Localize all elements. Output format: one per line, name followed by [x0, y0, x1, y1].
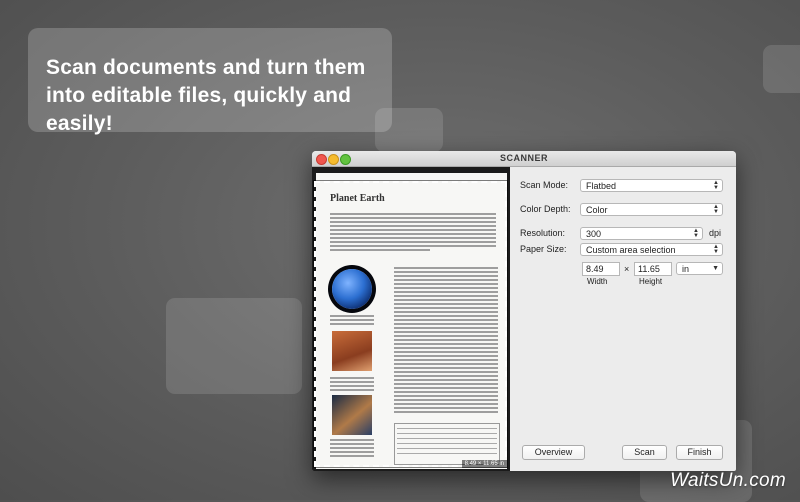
scan-mode-value: Flatbed [586, 181, 617, 191]
scan-button[interactable]: Scan [622, 445, 667, 460]
window-title: SCANNER [499, 153, 548, 163]
paper-size-label: Paper Size: [520, 244, 567, 254]
watermark-text: WaitsUn.com [670, 470, 786, 491]
scan-preview[interactable]: Planet Earth 8.49 × 11.65 in [312, 167, 510, 471]
height-caption: Height [639, 277, 663, 286]
updown-arrows-icon: ▲ ▼ [713, 244, 719, 255]
resolution-value: 300 [586, 229, 602, 239]
headline-banner: Scan documents and turn them into editab… [28, 28, 392, 135]
paper-size-select[interactable]: Custom area selection ▲ ▼ [580, 243, 723, 256]
background-panel [166, 298, 302, 394]
color-depth-value: Color [586, 205, 608, 215]
dropdown-arrow-icon: ▼ [712, 265, 719, 272]
times-sign: × [624, 264, 630, 274]
color-depth-label: Color Depth: [520, 204, 571, 214]
overview-button[interactable]: Overview [522, 445, 585, 460]
paper-size-value: Custom area selection [586, 245, 676, 255]
width-input[interactable]: 8.49 [582, 262, 620, 276]
background-panel [763, 45, 800, 93]
scanner-window: SCANNER Planet Earth 8.49 × 11.65 in Sca… [312, 151, 736, 471]
selection-size-tag: 8.49 × 11.65 in [461, 460, 507, 468]
headline-text: Scan documents and turn them into editab… [46, 56, 366, 135]
scan-mode-select[interactable]: Flatbed ▲ ▼ [580, 179, 723, 192]
scan-mode-label: Scan Mode: [520, 180, 569, 190]
title-bar[interactable]: SCANNER [312, 151, 736, 167]
settings-panel: Scan Mode: Flatbed ▲ ▼ Color Depth: Color… [510, 167, 736, 471]
updown-arrows-icon: ▲ ▼ [713, 204, 719, 215]
selection-frame[interactable] [313, 180, 508, 468]
updown-arrows-icon: ▲ ▼ [713, 180, 719, 191]
units-select[interactable]: in ▼ [676, 262, 723, 275]
updown-arrows-icon: ▲ ▼ [693, 228, 699, 239]
resolution-unit: dpi [709, 228, 722, 238]
resolution-label: Resolution: [520, 228, 566, 238]
height-input[interactable]: 11.65 [634, 262, 672, 276]
width-caption: Width [587, 277, 608, 286]
color-depth-select[interactable]: Color ▲ ▼ [580, 203, 723, 216]
units-value: in [682, 264, 690, 274]
finish-button[interactable]: Finish [676, 445, 723, 460]
resolution-select[interactable]: 300 ▲ ▼ [580, 227, 703, 240]
